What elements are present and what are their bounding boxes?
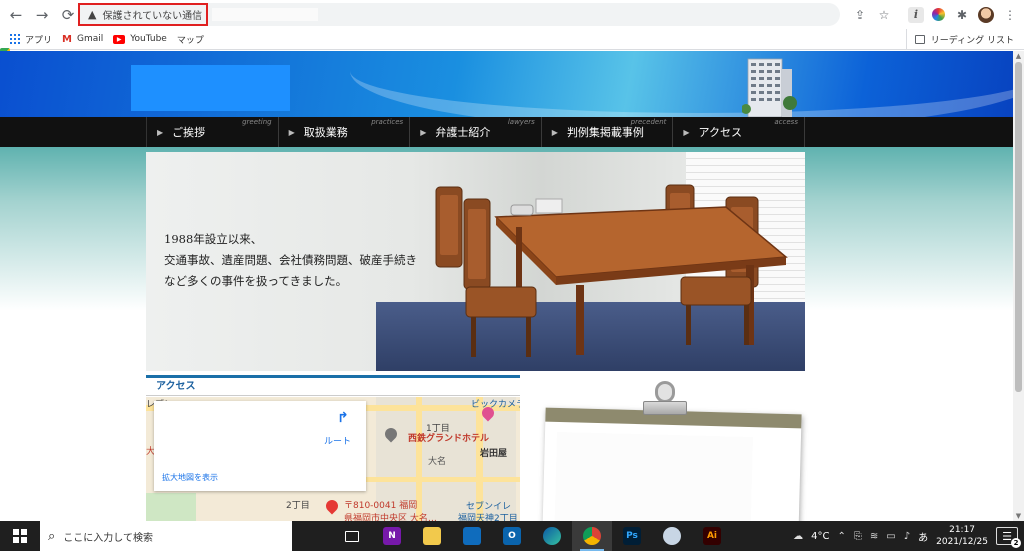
play-triangle-icon: ▶	[288, 127, 295, 137]
bookmark-apps[interactable]: アプリ	[10, 33, 52, 46]
taskbar-search-placeholder: ここに入力して検索	[63, 532, 153, 544]
taskbar-chrome[interactable]	[572, 521, 612, 551]
security-indicator[interactable]: ▲ 保護されていない通信	[78, 3, 208, 26]
color-picker-extension-icon[interactable]	[928, 5, 948, 25]
network-status-icon[interactable]: ⎘	[854, 531, 862, 542]
extension-i-icon[interactable]: i	[908, 6, 924, 23]
nav-practices[interactable]: ▶ 取扱業務 practices	[279, 117, 411, 147]
edge-icon	[543, 527, 561, 545]
youtube-icon: ▶	[113, 34, 126, 44]
weather-cloud-icon[interactable]: ☁	[793, 531, 803, 542]
reading-list-icon	[914, 35, 925, 44]
forward-arrow-icon[interactable]: →	[30, 3, 54, 27]
back-arrow-icon[interactable]: ←	[4, 3, 28, 27]
nav-lawyers[interactable]: ▶ 弁護士紹介 lawyers	[410, 117, 542, 147]
office-building-image	[742, 58, 797, 117]
route-link[interactable]: ルート	[324, 434, 351, 447]
bookmark-gmail[interactable]: M Gmail	[62, 34, 103, 45]
profile-avatar-icon[interactable]	[976, 5, 996, 25]
taskbar-apps: N O Ps Ai	[332, 521, 732, 551]
share-icon[interactable]: ⇪	[850, 5, 870, 25]
illustrator-icon: Ai	[703, 527, 721, 545]
site-header	[0, 51, 1013, 117]
onenote-icon: N	[383, 527, 401, 545]
taskbar-clock[interactable]: 21:17 2021/12/25	[936, 524, 988, 548]
search-icon: ⌕	[48, 528, 56, 544]
windows-logo-icon	[13, 529, 27, 543]
paint-palette-icon	[663, 527, 681, 545]
taskbar-illustrator[interactable]: Ai	[692, 521, 732, 551]
system-tray: ☁ 4°C ⌃ ⎘ ≋ ▭ ♪ あ 21:17 2021/12/25 ☰ 2	[793, 521, 1024, 551]
access-section: アクセス レブン 大 1丁目 2丁目 西鉄グランドホテル ビックカメラ 岩田屋 …	[146, 375, 520, 521]
gmail-icon: M	[62, 33, 72, 45]
clipboard-panel	[528, 381, 802, 521]
nav-greeting[interactable]: ▶ ご挨拶 greeting	[147, 117, 279, 147]
taskbar-store[interactable]	[452, 521, 492, 551]
taskbar-edge[interactable]	[532, 521, 572, 551]
toolbar-right-icons: ⇪ ☆ i ✱ ⋮	[850, 3, 1020, 26]
store-bag-icon	[463, 527, 481, 545]
folder-icon	[423, 527, 441, 545]
play-triangle-icon: ▶	[551, 127, 558, 137]
nav-precedent[interactable]: ▶ 判例集掲載事例 precedent	[542, 117, 674, 147]
site-navbar: ▶ ご挨拶 greeting ▶ 取扱業務 practices ▶ 弁護士紹介 …	[0, 117, 1013, 147]
clipboard-board	[542, 407, 802, 521]
binder-clip-icon	[643, 381, 687, 421]
scroll-up-arrow-icon[interactable]: ▲	[1015, 52, 1022, 60]
apps-grid-icon	[10, 34, 20, 44]
embedded-map[interactable]: レブン 大 1丁目 2丁目 西鉄グランドホテル ビックカメラ 岩田屋 大名 〒8…	[146, 397, 520, 521]
star-bookmark-icon[interactable]: ☆	[874, 5, 894, 25]
access-title: アクセス	[146, 378, 520, 396]
warning-icon: ▲	[88, 8, 97, 21]
taskbar-photoshop[interactable]: Ps	[612, 521, 652, 551]
task-view-button[interactable]	[332, 521, 372, 551]
reload-icon[interactable]: ⟳	[56, 3, 80, 27]
play-triangle-icon: ▶	[157, 127, 164, 137]
browser-toolbar: ← → ⟳ ▲ 保護されていない通信 ⇪ ☆ i ✱ ⋮	[0, 0, 1024, 29]
tray-chevron-up-icon[interactable]: ⌃	[838, 531, 846, 542]
weather-temp[interactable]: 4°C	[811, 531, 829, 542]
url-text-redacted	[212, 8, 318, 21]
enlarge-map-link[interactable]: 拡大地図を表示	[162, 472, 218, 483]
taskbar-search-box[interactable]: ⌕ ここに入力して検索	[40, 521, 292, 551]
map-info-card: ↱ ルート 拡大地図を表示	[154, 401, 366, 491]
scrollbar-thumb[interactable]	[1015, 62, 1022, 392]
conference-table-image	[435, 184, 788, 357]
hero-text: 1988年設立以来、 交通事故、遺産問題、会社債務問題、破産手続き など多くの事…	[164, 232, 417, 288]
taskbar-file-explorer[interactable]	[412, 521, 452, 551]
map-pin-red-icon	[323, 497, 341, 515]
play-triangle-icon: ▶	[420, 127, 427, 137]
bookmark-youtube[interactable]: ▶ YouTube	[113, 34, 167, 44]
taskbar-paint[interactable]	[652, 521, 692, 551]
windows-taskbar: ⌕ ここに入力して検索 N O Ps Ai ☁ 4°C ⌃ ⎘ ≋ ▭ ♪ あ …	[0, 521, 1024, 551]
bookmark-maps[interactable]: マップ	[0, 33, 204, 58]
chrome-icon	[583, 527, 601, 545]
hero-banner: 1988年設立以来、 交通事故、遺産問題、会社債務問題、破産手続き など多くの事…	[146, 152, 805, 371]
page-viewport: ▶ ご挨拶 greeting ▶ 取扱業務 practices ▶ 弁護士紹介 …	[0, 51, 1013, 521]
security-label: 保護されていない通信	[102, 11, 203, 22]
volume-icon[interactable]: ♪	[904, 531, 910, 542]
route-arrow-icon[interactable]: ↱	[337, 410, 349, 426]
battery-icon[interactable]: ▭	[886, 531, 895, 542]
taskbar-outlook[interactable]: O	[492, 521, 532, 551]
extensions-puzzle-icon[interactable]: ✱	[952, 5, 972, 25]
bookmarks-bar: アプリ M Gmail ▶ YouTube マップ リーディング リスト	[0, 29, 1024, 58]
play-triangle-icon: ▶	[683, 127, 690, 137]
task-view-icon	[345, 530, 359, 542]
ime-indicator[interactable]: あ	[918, 529, 928, 544]
outlook-icon: O	[503, 527, 521, 545]
nav-access[interactable]: ▶ アクセス access	[673, 117, 805, 147]
menu-kebab-icon[interactable]: ⋮	[1000, 5, 1020, 25]
reading-list-button[interactable]: リーディング リスト	[905, 29, 1014, 50]
start-button[interactable]	[0, 521, 40, 551]
notification-center-icon[interactable]: ☰ 2	[996, 527, 1021, 548]
scroll-down-arrow-icon[interactable]: ▼	[1015, 512, 1022, 520]
wifi-icon[interactable]: ≋	[870, 531, 878, 542]
site-logo-redacted[interactable]	[131, 65, 290, 111]
taskbar-onenote[interactable]: N	[372, 521, 412, 551]
page-scrollbar[interactable]: ▲ ▼	[1013, 51, 1024, 521]
photoshop-icon: Ps	[623, 527, 641, 545]
